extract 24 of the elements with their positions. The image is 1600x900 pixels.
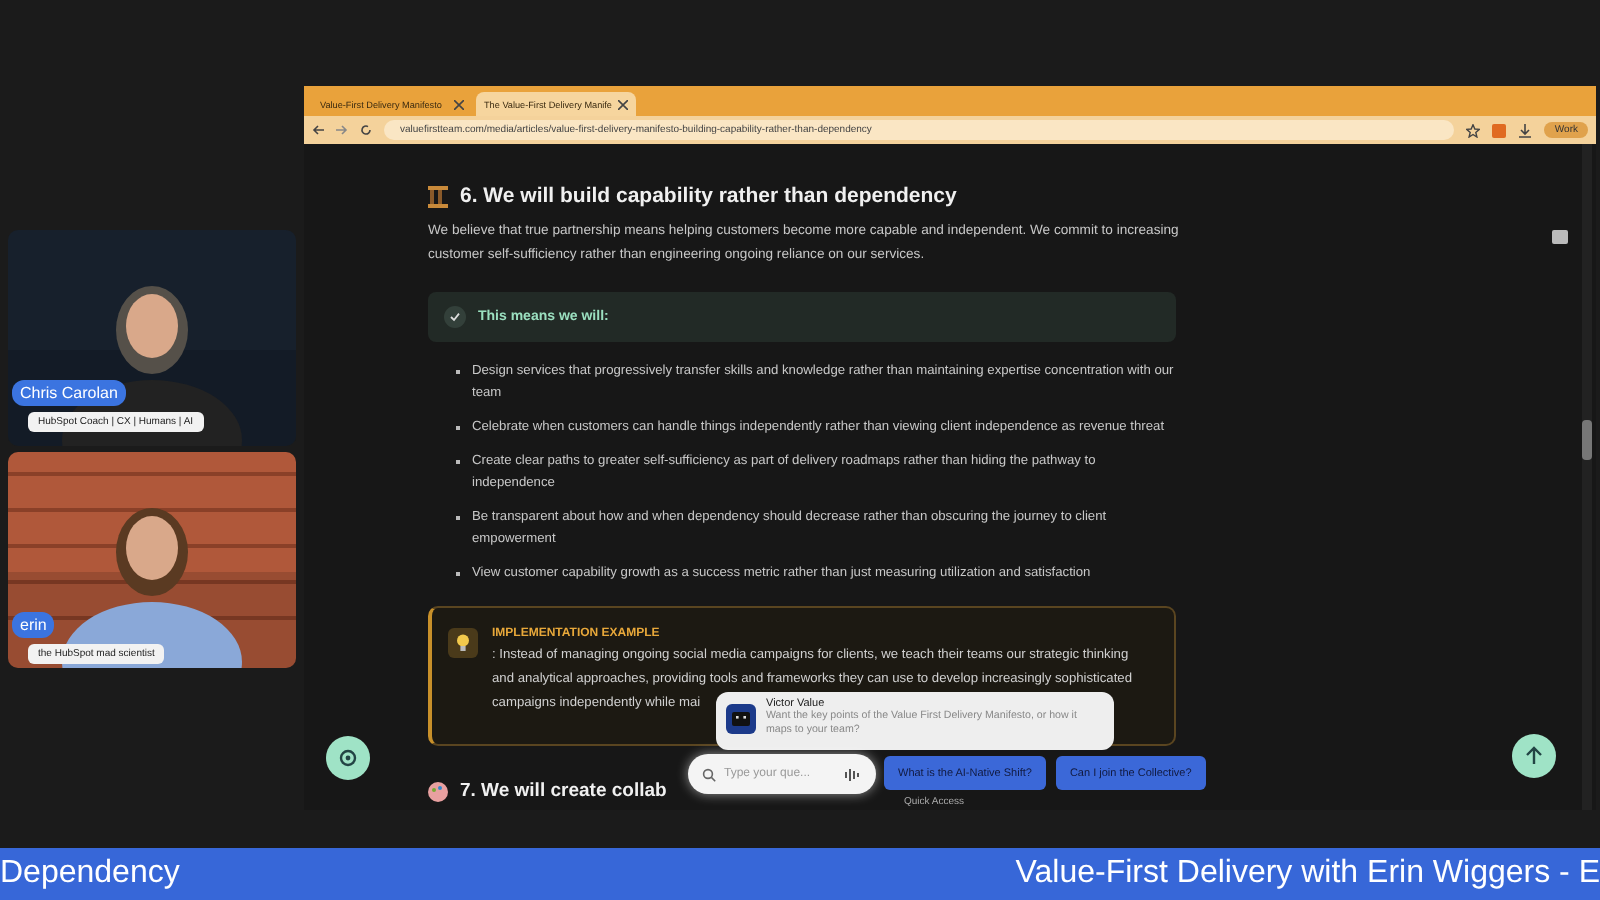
pillar-icon	[428, 185, 448, 207]
section-heading: 6. We will build capability rather than dependency	[460, 184, 957, 208]
close-icon[interactable]	[618, 99, 628, 109]
back-icon[interactable]	[312, 124, 324, 136]
voice-icon[interactable]	[844, 767, 860, 781]
close-icon[interactable]	[454, 99, 464, 109]
scrollbar-thumb[interactable]	[1582, 420, 1592, 460]
download-icon[interactable]	[1518, 123, 1533, 137]
participant-name: erin	[12, 612, 55, 638]
arrow-up-icon	[1524, 746, 1544, 766]
check-icon	[444, 306, 466, 328]
lightbulb-icon	[448, 628, 478, 658]
settings-icon	[338, 748, 358, 768]
palette-icon	[428, 781, 448, 801]
robot-icon	[726, 704, 756, 734]
star-icon[interactable]	[1466, 123, 1481, 137]
search-icon	[702, 767, 716, 781]
scroll-top-button[interactable]	[1512, 734, 1556, 778]
section-heading: 7. We will create collab	[460, 780, 667, 802]
participant-name: Chris Carolan	[12, 380, 126, 406]
ticker-text: Value-First Delivery with Erin Wiggers - E	[1015, 856, 1600, 892]
settings-button[interactable]	[326, 736, 370, 780]
ticker-text: Dependency	[0, 856, 180, 892]
reload-icon[interactable]	[360, 124, 372, 136]
